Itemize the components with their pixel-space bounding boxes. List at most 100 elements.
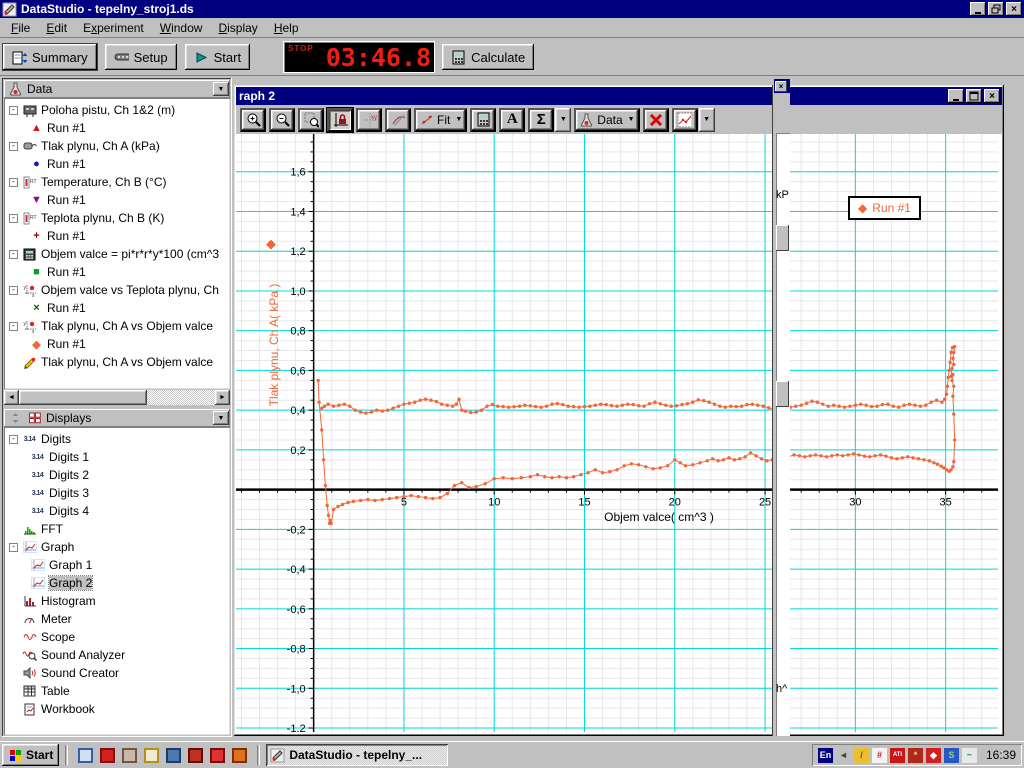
plot-canvas[interactable]: 1,61,41,21,00,80,60,40,2-0,2-0,4-0,6-0,8… (236, 134, 998, 732)
display-icon[interactable]: ~ (962, 748, 977, 763)
data-panel-dropdown-button[interactable]: ▼ (213, 82, 229, 96)
slope-tool-button[interactable] (385, 108, 411, 132)
display-item-graph[interactable]: -Graph (6, 538, 230, 556)
graph-settings-button-dropdown[interactable]: ▼ (699, 108, 715, 132)
quicklaunch-notepad-icon[interactable] (78, 748, 93, 763)
data-item-objem-valce-vs-teplota-plynu-ch[interactable]: -yxObjem valce vs Teplota plynu, Ch (6, 281, 230, 299)
data-item-run-1[interactable]: ▼Run #1 (6, 191, 230, 209)
quicklaunch-calculator-icon[interactable] (166, 748, 181, 763)
zoom-out-button[interactable] (269, 108, 295, 132)
remove-button[interactable] (643, 108, 669, 132)
calculator-button[interactable] (470, 108, 496, 132)
quicklaunch-dragon-icon[interactable] (188, 748, 203, 763)
tree-expand-box[interactable]: - (9, 178, 18, 187)
setup-button[interactable]: Setup (105, 44, 177, 70)
displays-panel-dropdown-button[interactable]: ▼ (213, 411, 229, 425)
data-item-tlak-plynu-ch-a-vs-objem-valce[interactable]: Tlak plynu, Ch A vs Objem valce (6, 353, 230, 371)
graph-close-button[interactable]: × (984, 89, 1000, 103)
display-item-table[interactable]: Table (6, 682, 230, 700)
y-axis-title[interactable]: Tlak plynu, Ch A( kPa ) (267, 245, 281, 445)
tree-expand-box[interactable]: - (9, 543, 18, 552)
data-item-run-1[interactable]: ■Run #1 (6, 263, 230, 281)
displays-panel-header[interactable]: Displays ▼ (4, 409, 230, 427)
datastudio-task-button[interactable]: DataStudio - tepelny_... (266, 744, 448, 766)
app-titlebar[interactable]: DataStudio - tepelny_stroj1.ds × (0, 0, 1024, 18)
panel-splitter-icon[interactable] (8, 412, 23, 424)
display-item-fft[interactable]: FFT (6, 520, 230, 538)
display-item-histogram[interactable]: Histogram (6, 592, 230, 610)
display-item-sound-analyzer[interactable]: Sound Analyzer (6, 646, 230, 664)
graph-minimize-button[interactable] (948, 89, 964, 103)
quicklaunch-winamp-icon[interactable] (232, 748, 247, 763)
tree-expand-box[interactable]: - (9, 142, 18, 151)
smart-tool-button[interactable]: xy (356, 108, 382, 132)
ati-icon[interactable]: ATI (890, 748, 905, 763)
minimize-button[interactable] (970, 2, 986, 16)
antivirus-icon[interactable]: ◆ (926, 748, 941, 763)
background-window-close-button[interactable]: × (775, 81, 787, 92)
data-item-tlak-plynu-ch-a-vs-objem-valce[interactable]: -yxTlak plynu, Ch A vs Objem valce (6, 317, 230, 335)
statistics-button-dropdown[interactable]: ▼ (555, 108, 571, 132)
data-item-objem-valce-pi-r-r-y-100-cm-3[interactable]: -Objem valce = pi*r*r*y*100 (cm^3 (6, 245, 230, 263)
data-item-run-1[interactable]: ●Run #1 (6, 155, 230, 173)
quicklaunch-opera-icon[interactable] (210, 748, 225, 763)
legend[interactable]: ◆ Run #1 (848, 196, 921, 220)
scheduler-icon[interactable]: # (872, 748, 887, 763)
data-item-temperature-ch-b-c-[interactable]: -RTDTemperature, Ch B (°C) (6, 173, 230, 191)
volume-icon[interactable]: ◄ (836, 748, 851, 763)
quicklaunch-acrobat-icon[interactable] (100, 748, 115, 763)
display-item-digits-4[interactable]: 3.14Digits 4 (6, 502, 230, 520)
zoom-in-button[interactable] (240, 108, 266, 132)
display-item-workbook[interactable]: Workbook (6, 700, 230, 718)
zoom-select-button[interactable] (298, 108, 324, 132)
quicklaunch-bird-icon[interactable] (122, 748, 137, 763)
menu-display[interactable]: Display (211, 19, 264, 37)
calculate-button[interactable]: Calculate (442, 44, 534, 70)
restore-button[interactable] (988, 2, 1004, 16)
data-item-poloha-pistu-ch-1-2-m-[interactable]: -Poloha pistu, Ch 1&2 (m) (6, 101, 230, 119)
display-item-meter[interactable]: Meter (6, 610, 230, 628)
scroll-left-arrow[interactable]: ◄ (4, 390, 19, 405)
menu-edit[interactable]: Edit (39, 19, 74, 37)
display-item-digits-3[interactable]: 3.14Digits 3 (6, 484, 230, 502)
tree-expand-box[interactable]: - (9, 214, 18, 223)
scrollbar-track[interactable] (147, 390, 215, 405)
data-item-run-1[interactable]: +Run #1 (6, 227, 230, 245)
menu-file[interactable]: File (4, 19, 37, 37)
tree-expand-box[interactable]: - (9, 106, 18, 115)
sync-icon[interactable]: S (944, 748, 959, 763)
start-menu-button[interactable]: Start (2, 744, 59, 766)
display-item-graph-1[interactable]: Graph 1 (6, 556, 230, 574)
data-item-run-1[interactable]: ◆Run #1 (6, 335, 230, 353)
start-button[interactable]: Start (185, 44, 250, 70)
data-tree-hscrollbar[interactable]: ◄ ► (4, 390, 230, 405)
graph-settings-button[interactable] (672, 108, 698, 132)
fit-button[interactable]: Fit▼ (414, 108, 467, 132)
tree-expand-box[interactable]: - (9, 286, 18, 295)
display-item-graph-2[interactable]: Graph 2 (6, 574, 230, 592)
tree-expand-box[interactable]: - (9, 322, 18, 331)
tree-expand-box[interactable]: - (9, 435, 18, 444)
display-item-digits-1[interactable]: 3.14Digits 1 (6, 448, 230, 466)
data-panel-header[interactable]: Data ▼ (4, 80, 230, 98)
display-item-digits[interactable]: -3.14Digits (6, 430, 230, 448)
scroll-right-arrow[interactable]: ► (215, 390, 230, 405)
mascot-icon[interactable]: * (908, 748, 923, 763)
tree-expand-box[interactable]: - (9, 250, 18, 259)
data-item-run-1[interactable]: ▲Run #1 (6, 119, 230, 137)
display-item-digits-2[interactable]: 3.14Digits 2 (6, 466, 230, 484)
data-item-run-1[interactable]: ×Run #1 (6, 299, 230, 317)
graph-window-titlebar[interactable]: raph 2 × (236, 87, 1002, 105)
text-annotation-button[interactable]: A (499, 108, 525, 132)
data-menu-button[interactable]: Data▼ (574, 108, 639, 132)
close-button[interactable]: × (1006, 2, 1022, 16)
menu-window[interactable]: Window (153, 19, 210, 37)
data-item-teplota-plynu-ch-b-k-[interactable]: -RTDTeplota plynu, Ch B (K) (6, 209, 230, 227)
data-item-tlak-plynu-ch-a-kpa-[interactable]: -Tlak plynu, Ch A (kPa) (6, 137, 230, 155)
language-indicator[interactable]: En (818, 748, 833, 763)
statistics-button[interactable]: Σ (528, 108, 554, 132)
menu-help[interactable]: Help (267, 19, 306, 37)
quicklaunch-pen-icon[interactable] (144, 748, 159, 763)
display-item-scope[interactable]: Scope (6, 628, 230, 646)
scrollbar-thumb[interactable] (19, 390, 147, 405)
